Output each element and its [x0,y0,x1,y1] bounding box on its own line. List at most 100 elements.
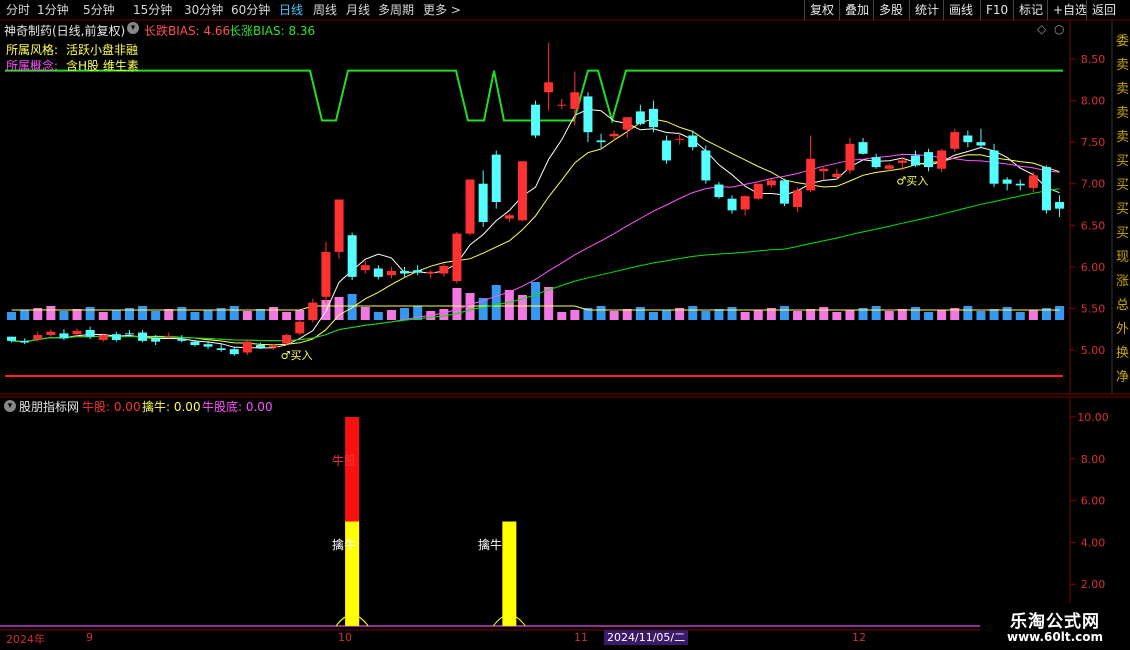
volume-bar [439,309,449,320]
candle-body [609,133,619,137]
xaxis-label-nov: 11 [574,631,588,644]
period-tab-1min[interactable]: 1分钟 [37,2,69,18]
volume-bar [688,306,698,320]
xaxis-label-dec: 12 [852,631,866,644]
volume-bar [806,309,816,320]
indicator-tick-label: 2.00 [1081,578,1106,591]
volume-bar [59,311,69,320]
kline-chart-area[interactable]: 8.50 8.00 7.50 7.00 6.50 6.00 5.50 5.00 10.00 8.… [0,20,1130,650]
volume-bar [400,308,410,320]
candle-body [413,270,423,273]
watermark: 乐淘公式网 www.60lt.com [980,603,1130,650]
style-value: 活跃小盘非融 [66,43,139,57]
period-tab-monthly[interactable]: 月线 [346,2,370,18]
buy-signal-label: ♂买入 [896,174,928,187]
candle-body [845,143,855,171]
toolbar-button-fuquan[interactable]: 复权 [804,0,839,20]
sidebar-label: 买 [1116,178,1130,193]
period-tab-weekly[interactable]: 周线 [313,2,337,18]
volume-bar [701,311,711,320]
candle-body [216,348,226,350]
volume-bar [98,312,108,320]
volume-bar [203,310,213,320]
volume-bar [662,310,672,320]
sidebar-label: 卖 [1116,130,1130,145]
toolbar-button-biaoji[interactable]: 标记 [1013,0,1048,20]
volume-bar [924,312,934,320]
candle-body [557,104,567,106]
sidebar-label: 买 [1116,226,1130,241]
main-close-icon[interactable]: ○ [1054,22,1064,36]
watermark-title: 乐淘公式网 [1010,612,1100,632]
sidebar-label: 涨 [1116,274,1130,289]
volume-bar [793,311,803,320]
volume-bar [819,307,829,320]
candle-body [635,111,645,124]
candle-body [98,335,108,341]
main-settings-icon[interactable]: ◇ [1037,22,1046,36]
volume-bar [1028,310,1038,320]
toolbar-button-tongji[interactable]: 统计 [909,0,944,20]
period-toolbar: 分时 1分钟 5分钟 15分钟 30分钟 60分钟 日线 周线 月线 多周期 更… [0,0,1130,20]
volume-bar [609,311,619,320]
period-tab-more[interactable]: 更多 > [423,2,461,18]
stock-title[interactable]: 神奇制药(日线,前复权) [4,22,125,39]
period-tab-30min[interactable]: 30分钟 [184,2,223,18]
sidebar-label: 净 [1116,370,1130,385]
candle-body [583,96,593,133]
volume-bar [452,288,462,320]
period-tab-15min[interactable]: 15分钟 [133,2,172,18]
candle-body [950,132,960,149]
candle-body [46,331,56,336]
volume-bar [269,307,279,320]
period-tab-multi[interactable]: 多周期 [378,2,414,18]
sidebar-label: 卖 [1116,58,1130,73]
candle-body [360,265,370,271]
period-tab-60min[interactable]: 60分钟 [231,2,270,18]
candle-body [648,108,658,128]
volume-bar [386,310,396,320]
volume-bar [989,309,999,320]
indicator-axis: 10.00 8.00 6.00 4.00 2.00 [1070,411,1109,591]
volume-bar [255,309,265,320]
candle-body [622,117,632,130]
price-tick-label: 6.50 [1081,219,1106,232]
volume-bar [884,311,894,320]
toolbar-button-duogu[interactable]: 多股 [873,0,908,20]
volume-bar [635,307,645,320]
toolbar-button-diejia[interactable]: 叠加 [839,0,874,20]
volume-bar [190,312,200,320]
period-tab-5min[interactable]: 5分钟 [83,2,115,18]
volume-bars [7,282,1065,320]
price-tick-label: 6.00 [1081,261,1106,274]
bias-down-value: 长跌BIAS: 4.66 [144,24,231,38]
candle-body [151,338,161,342]
candle-body [478,183,488,222]
volume-bar [937,310,947,320]
period-tab-fenshi[interactable]: 分时 [6,2,30,18]
toolbar-button-huaxian[interactable]: 画线 [943,0,978,20]
indicator-qin-niu: 擒牛: 0.00 [142,400,201,414]
volume-bar [753,310,763,320]
candle-body [85,330,95,337]
collapse-icon[interactable]: ▾ [127,22,139,34]
volume-bar [164,309,174,320]
toolbar-button-f10[interactable]: F10 [980,0,1013,20]
candle-body [400,271,410,274]
sidebar-label: 卖 [1116,82,1130,97]
volume-bar [373,312,383,320]
volume-bar [334,297,344,320]
volume-bar [242,311,252,320]
candle-body [452,233,462,281]
period-tab-daily[interactable]: 日线 [279,2,303,18]
marker-niu-gu: 牛股 [332,454,357,468]
candle-body [544,82,554,93]
volume-bar [177,307,187,320]
indicator-title[interactable]: 股朋指标网 [19,398,79,415]
candle-body [177,339,187,341]
indicator-collapse-icon[interactable]: ▾ [4,400,16,412]
volume-bar [714,309,724,320]
toolbar-button-back[interactable]: 返回 [1086,0,1121,20]
volume-bar [46,306,56,320]
sidebar-label: 卖 [1116,106,1130,121]
